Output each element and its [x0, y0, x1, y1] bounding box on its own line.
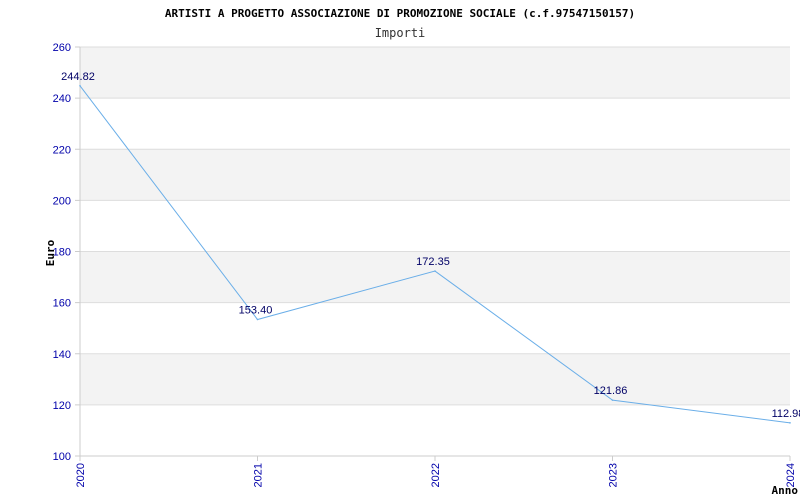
x-axis-ticks: 2020 2021 2022 2023 2024	[75, 456, 797, 487]
data-point	[789, 422, 791, 424]
y-tick-label: 160	[53, 298, 71, 310]
data-label: 244.82	[61, 71, 95, 83]
y-axis-label: Euro	[44, 239, 57, 266]
chart-title: ARTISTI A PROGETTO ASSOCIAZIONE DI PROMO…	[165, 7, 635, 20]
line-chart: 100120140160180200220240260 2020 2021 2022…	[44, 7, 800, 497]
plot-band	[80, 353, 790, 405]
x-tick-label: 2021	[253, 463, 265, 487]
data-point	[611, 399, 614, 401]
y-tick-label: 120	[53, 400, 71, 412]
plot-band	[80, 149, 790, 201]
y-tick-label: 200	[53, 195, 71, 207]
data-point	[79, 85, 81, 87]
data-point	[256, 318, 259, 321]
data-point	[434, 270, 436, 272]
plot-band	[80, 47, 790, 99]
data-label: 112.98	[772, 408, 800, 420]
y-tick-label: 240	[53, 93, 71, 105]
y-tick-label: 220	[53, 144, 71, 156]
data-label: 153.40	[239, 304, 273, 316]
data-label: 121.86	[594, 385, 628, 397]
y-tick-label: 260	[53, 42, 71, 54]
y-tick-label: 140	[53, 349, 71, 361]
x-tick-label: 2022	[430, 463, 442, 487]
chart-subtitle: Importi	[375, 26, 426, 40]
data-label: 172.35	[416, 256, 450, 268]
x-tick-label: 2023	[608, 463, 620, 487]
x-tick-label: 2020	[75, 463, 87, 487]
x-axis-label: Anno	[772, 484, 799, 497]
y-tick-label: 100	[53, 451, 71, 463]
